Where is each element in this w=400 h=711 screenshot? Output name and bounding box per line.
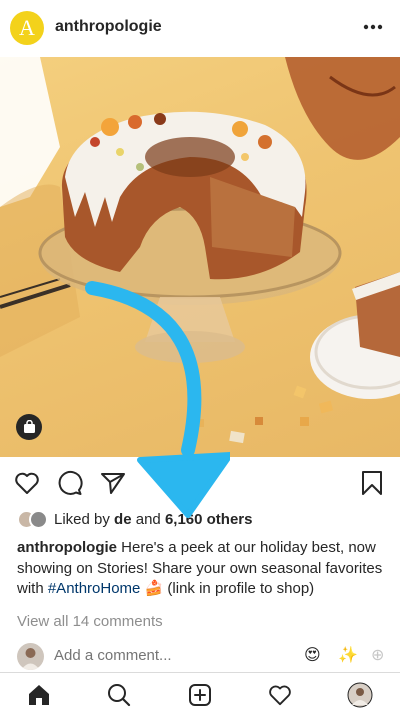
add-comment-row: 😍 ✨ ⊕ <box>0 641 400 671</box>
caption-hashtag[interactable]: #AnthroHome <box>48 580 141 597</box>
more-horizontal-icon <box>363 24 383 30</box>
like-button[interactable] <box>12 468 42 498</box>
profile-avatar[interactable]: A <box>10 11 44 45</box>
cake-emoji: 🍰 <box>144 580 164 597</box>
post-header: A anthropologie <box>0 0 400 57</box>
heart-eyes-emoji-button[interactable]: 😍 <box>304 646 321 666</box>
plus-square-icon <box>189 684 211 706</box>
cake-photo <box>0 57 400 444</box>
sparkles-emoji-button[interactable]: ✨ <box>338 646 358 666</box>
bookmark-icon <box>362 471 382 495</box>
add-comment-input[interactable] <box>54 647 274 664</box>
add-emoji-button[interactable]: ⊕ <box>371 646 384 666</box>
post-image[interactable] <box>0 57 400 457</box>
likes-summary[interactable]: Liked by de and 6,160 others <box>17 508 252 530</box>
heart-icon <box>269 685 291 706</box>
comment-icon <box>58 470 83 495</box>
share-button[interactable] <box>98 468 128 498</box>
post-username[interactable]: anthropologie <box>55 18 162 36</box>
paper-plane-icon <box>101 473 125 494</box>
home-icon <box>29 685 49 705</box>
save-button[interactable] <box>357 468 387 498</box>
shopping-bag-icon <box>23 420 35 433</box>
shop-button[interactable] <box>16 414 42 440</box>
nav-activity-button[interactable] <box>266 681 294 709</box>
bottom-navigation <box>0 672 400 711</box>
more-options-button[interactable] <box>360 14 386 40</box>
comment-button[interactable] <box>55 468 85 498</box>
caption-username[interactable]: anthropologie <box>17 539 117 556</box>
nav-home-button[interactable] <box>25 681 53 709</box>
likes-text: Liked by de and 6,160 others <box>54 510 253 528</box>
caption-text-end: (link in profile to shop) <box>163 580 315 597</box>
view-all-comments-link[interactable]: View all 14 comments <box>17 613 163 630</box>
nav-search-button[interactable] <box>105 681 133 709</box>
post-actions <box>0 462 400 502</box>
heart-icon <box>15 472 39 494</box>
nav-new-post-button[interactable] <box>186 681 214 709</box>
current-user-avatar <box>17 643 44 670</box>
post-caption: anthropologie Here's a peek at our holid… <box>17 538 387 600</box>
nav-profile-button[interactable] <box>346 681 374 709</box>
brand-initial: A <box>19 15 35 40</box>
search-icon <box>108 684 131 707</box>
profile-avatar-icon <box>347 682 373 708</box>
liker-avatar <box>29 509 48 529</box>
